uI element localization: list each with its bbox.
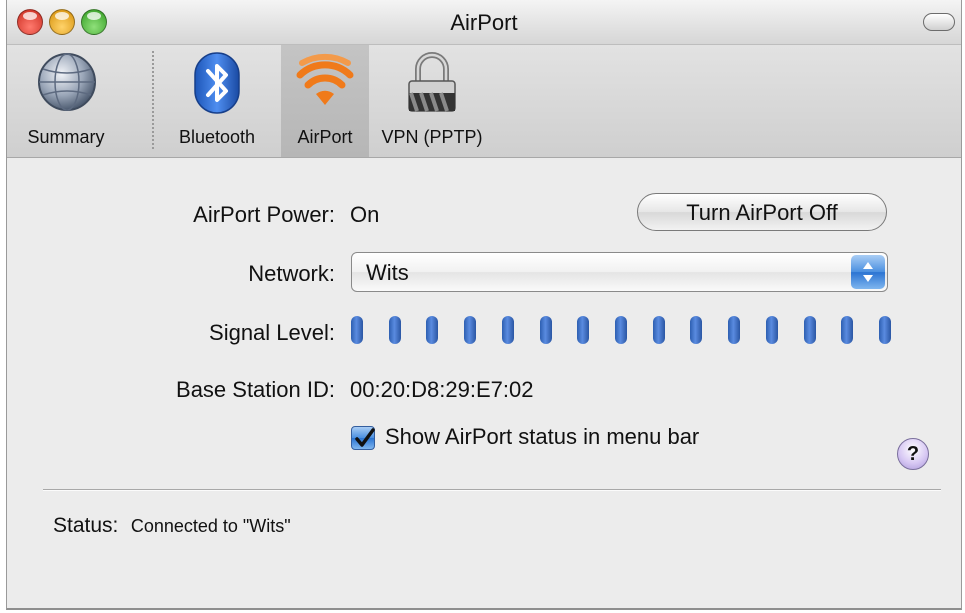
toolbar: Summary Bluetooth AirPort VPN (PPTP) — [7, 45, 961, 158]
signal-bar — [879, 316, 891, 344]
signal-bar — [841, 316, 853, 344]
airport-wifi-icon — [296, 53, 354, 105]
signal-bar — [502, 316, 514, 344]
base-station-id-value: 00:20:D8:29:E7:02 — [350, 377, 534, 402]
show-status-checkbox[interactable] — [351, 426, 375, 450]
base-station-id-label: Base Station ID: — [176, 377, 335, 402]
globe-icon — [38, 53, 96, 111]
network-popup-value: Wits — [366, 260, 409, 285]
signal-bar — [653, 316, 665, 344]
network-label: Network: — [248, 261, 335, 286]
toolbar-item-label: Summary — [27, 127, 105, 147]
toolbar-item-airport[interactable]: AirPort — [281, 45, 369, 157]
signal-bar — [728, 316, 740, 344]
toolbar-item-bluetooth[interactable]: Bluetooth — [165, 45, 269, 157]
signal-bar — [426, 316, 438, 344]
lock-icon — [408, 52, 456, 112]
signal-bar — [804, 316, 816, 344]
turn-airport-off-button[interactable]: Turn AirPort Off — [637, 193, 887, 231]
toolbar-item-summary[interactable]: Summary — [9, 45, 123, 157]
checkmark-icon — [355, 428, 375, 447]
toolbar-item-vpn-pptp[interactable]: VPN (PPTP) — [373, 45, 491, 157]
signal-bar — [766, 316, 778, 344]
window-title: AirPort — [450, 10, 518, 35]
signal-bar — [351, 316, 363, 344]
signal-bar — [577, 316, 589, 344]
toolbar-item-label: VPN (PPTP) — [381, 127, 483, 147]
airport-power-value: On — [350, 202, 380, 227]
status-label: Status: — [53, 514, 119, 537]
airport-power-label: AirPort Power: — [193, 202, 335, 227]
status-line: Status: Connected to "Wits" — [53, 514, 291, 538]
toolbar-toggle-button[interactable] — [923, 13, 955, 31]
status-value: Connected to "Wits" — [130, 516, 291, 536]
toolbar-item-label: Bluetooth — [178, 127, 256, 147]
signal-bar — [464, 316, 476, 344]
airport-pane: AirPort Power: On Turn AirPort Off Netwo… — [7, 158, 961, 608]
show-status-checkbox-label: Show AirPort status in menu bar — [385, 424, 700, 449]
signal-bar — [389, 316, 401, 344]
signal-level-meter — [351, 316, 891, 346]
signal-bar — [690, 316, 702, 344]
signal-level-label: Signal Level: — [209, 320, 335, 345]
signal-bar — [540, 316, 552, 344]
bluetooth-icon — [194, 52, 240, 114]
network-popup[interactable]: Wits — [351, 252, 888, 292]
toolbar-separator — [152, 51, 154, 149]
signal-bar — [615, 316, 627, 344]
divider — [43, 489, 941, 491]
popup-arrows-icon — [851, 255, 885, 289]
help-button[interactable]: ? — [897, 438, 929, 470]
airport-preferences-window: AirPort Summary Bluetooth AirPort VPN (P… — [6, 0, 962, 610]
toolbar-item-label: AirPort — [297, 127, 353, 147]
title-bar[interactable]: AirPort — [7, 0, 961, 45]
